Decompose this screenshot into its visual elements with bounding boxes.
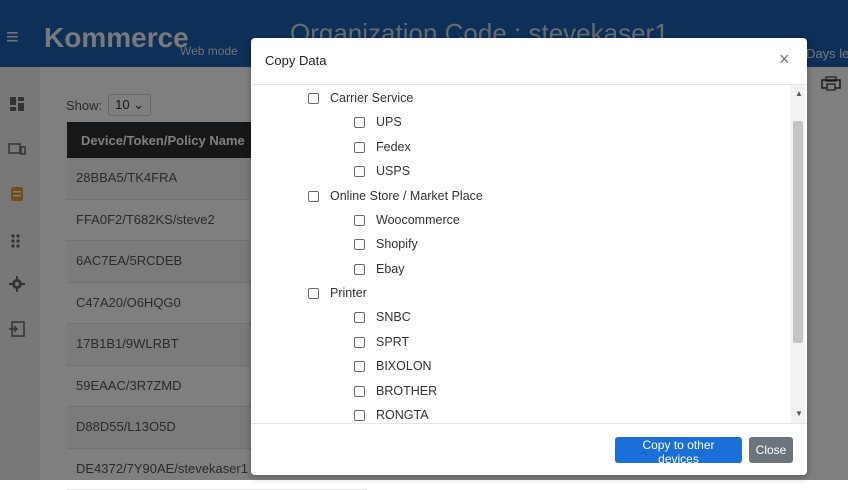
checkbox[interactable]: [354, 264, 365, 275]
copy-to-other-devices-button[interactable]: Copy to other devices: [615, 437, 742, 463]
checkbox-usps[interactable]: USPS: [354, 164, 410, 178]
copy-data-modal: Copy Data × Carrier Service UPS Fedex US…: [251, 38, 807, 475]
checkbox[interactable]: [354, 337, 365, 348]
modal-header: Copy Data ×: [251, 38, 807, 85]
checkbox[interactable]: [354, 239, 365, 250]
option-label: Ebay: [376, 262, 405, 276]
checkbox-ebay[interactable]: Ebay: [354, 262, 405, 276]
modal-title: Copy Data: [265, 53, 326, 68]
option-label: SPRT: [376, 335, 409, 349]
checkbox-rongta[interactable]: RONGTA: [354, 408, 429, 422]
scrollbar-thumb[interactable]: [793, 121, 803, 343]
checkbox-ups[interactable]: UPS: [354, 115, 402, 129]
scroll-up-arrow-icon[interactable]: ▲: [795, 89, 803, 98]
scroll-down-arrow-icon[interactable]: ▼: [795, 409, 803, 418]
option-label: BROTHER: [376, 384, 437, 398]
option-label: RONGTA: [376, 408, 429, 422]
checkbox[interactable]: [354, 410, 365, 421]
checkbox-snbc[interactable]: SNBC: [354, 310, 411, 324]
option-label: Carrier Service: [330, 91, 413, 105]
checkbox[interactable]: [354, 142, 365, 153]
option-label: BIXOLON: [376, 359, 432, 373]
option-label: USPS: [376, 164, 410, 178]
checkbox-sprt[interactable]: SPRT: [354, 335, 409, 349]
option-label: Printer: [330, 286, 367, 300]
checkbox-bixolon[interactable]: BIXOLON: [354, 359, 432, 373]
option-label: Fedex: [376, 140, 411, 154]
option-label: Online Store / Market Place: [330, 189, 483, 203]
checkbox[interactable]: [354, 312, 365, 323]
option-label: Shopify: [376, 237, 418, 251]
checkbox-brother[interactable]: BROTHER: [354, 384, 437, 398]
checkbox[interactable]: [354, 361, 365, 372]
checkbox-fedex[interactable]: Fedex: [354, 140, 411, 154]
checkbox-woocommerce[interactable]: Woocommerce: [354, 213, 460, 227]
checkbox[interactable]: [308, 93, 319, 104]
modal-scrollbar[interactable]: ▲ ▼: [791, 85, 805, 423]
checkbox[interactable]: [354, 117, 365, 128]
checkbox[interactable]: [308, 191, 319, 202]
option-label: UPS: [376, 115, 402, 129]
modal-body: Carrier Service UPS Fedex USPS Online St…: [251, 85, 807, 423]
modal-footer: Copy to other devices Close: [251, 423, 807, 476]
option-label: SNBC: [376, 310, 411, 324]
checkbox[interactable]: [354, 215, 365, 226]
checkbox[interactable]: [354, 166, 365, 177]
group-checkbox-online-store[interactable]: Online Store / Market Place: [308, 189, 483, 203]
close-button[interactable]: Close: [749, 437, 793, 463]
checkbox[interactable]: [354, 386, 365, 397]
group-checkbox-carrier-service[interactable]: Carrier Service: [308, 91, 413, 105]
checkbox-shopify[interactable]: Shopify: [354, 237, 418, 251]
checkbox[interactable]: [308, 288, 319, 299]
group-checkbox-printer[interactable]: Printer: [308, 286, 367, 300]
close-icon[interactable]: ×: [779, 50, 790, 68]
option-label: Woocommerce: [376, 213, 460, 227]
